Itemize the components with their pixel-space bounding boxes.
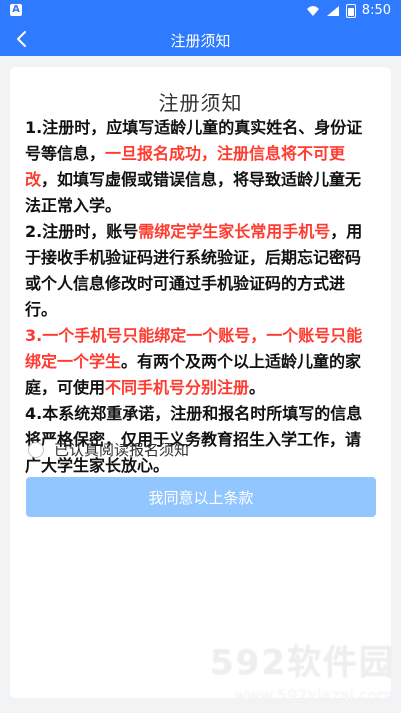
notice-text: 。 bbox=[249, 378, 266, 397]
notice-content: 1.注册时，应填写适龄儿童的真实姓名、身份证号等信息，一旦报名成功，注册信息将不… bbox=[25, 115, 376, 479]
notice-text: ，如填写虚假或错误信息，将导致适龄儿童无法正常入学。 bbox=[25, 170, 362, 215]
agree-button[interactable]: 我同意以上条款 bbox=[26, 477, 376, 517]
status-right: 8:50 bbox=[306, 3, 391, 18]
watermark-url: www.592xiazai.com bbox=[233, 686, 393, 705]
signal-icon bbox=[326, 5, 339, 16]
agree-checkbox-row[interactable]: 已认真阅读报名须知 bbox=[28, 439, 189, 460]
battery-icon bbox=[345, 3, 356, 18]
notice-card: 注册须知 1.注册时，应填写适龄儿童的真实姓名、身份证号等信息，一旦报名成功，注… bbox=[10, 67, 391, 698]
wifi-icon bbox=[306, 5, 319, 16]
notice-heading: 注册须知 bbox=[158, 91, 243, 115]
status-time: 8:50 bbox=[361, 3, 391, 18]
watermark: 592软件园 www.592xiazai.com bbox=[175, 635, 395, 705]
agree-radio[interactable] bbox=[28, 441, 44, 458]
app-bar: 注册须知 bbox=[0, 22, 401, 56]
notice-paragraph-2: 2.注册时，账号需绑定学生家长常用手机号，用于接收手机验证码进行系统验证，后期忘… bbox=[25, 219, 376, 323]
page-title: 注册须知 bbox=[170, 32, 231, 50]
notice-text: 2.注册时，账号 bbox=[25, 222, 139, 241]
notice-paragraph-3: 3.一个手机号只能绑定一个账号，一个账号只能绑定一个学生。有两个及两个以上适龄儿… bbox=[25, 323, 376, 401]
notice-highlight: 需绑定学生家长常用手机号 bbox=[138, 222, 331, 241]
status-bar: A 8:50 bbox=[0, 0, 401, 22]
watermark-logo-text: 592软件园 bbox=[210, 643, 395, 683]
notification-icon: A bbox=[10, 4, 22, 16]
notice-paragraph-1: 1.注册时，应填写适龄儿童的真实姓名、身份证号等信息，一旦报名成功，注册信息将不… bbox=[25, 115, 376, 219]
notice-highlight: 不同手机号分别注册 bbox=[105, 378, 250, 397]
agree-label: 已认真阅读报名须知 bbox=[54, 441, 190, 459]
